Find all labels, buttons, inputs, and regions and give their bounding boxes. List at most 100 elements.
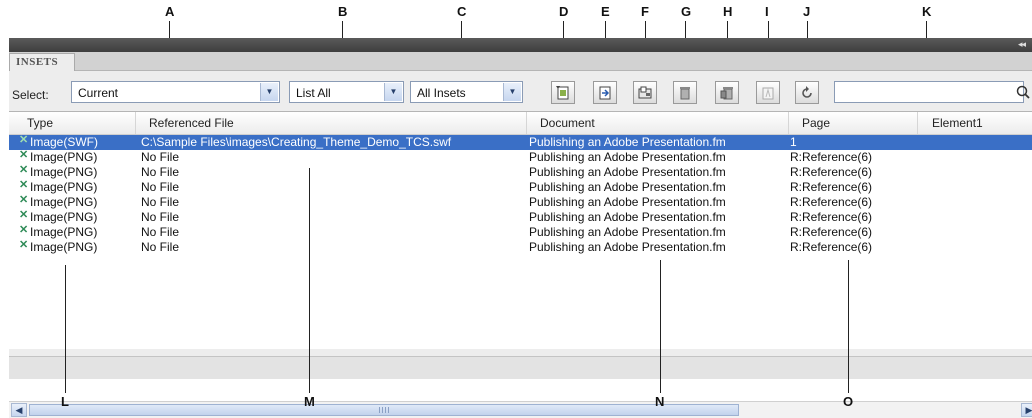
cell-document: Publishing an Adobe Presentation.fm xyxy=(529,180,726,194)
cell-referenced-file: No File xyxy=(141,195,180,209)
cell-document: Publishing an Adobe Presentation.fm xyxy=(529,150,726,164)
refresh-button[interactable] xyxy=(795,81,819,104)
cell-referenced-file: No File xyxy=(141,165,180,179)
import-inset-icon xyxy=(599,86,611,100)
table-row[interactable]: ✕ Image(PNG) No File Publishing an Adobe Pr… xyxy=(9,180,1032,195)
scope-dropdown[interactable]: Current ▼ xyxy=(71,81,280,103)
cell-page: R:Reference(6) xyxy=(790,210,873,224)
select-label: Select: xyxy=(12,88,49,102)
callout-o: O xyxy=(843,394,854,409)
cell-page: R:Reference(6) xyxy=(790,240,873,254)
missing-link-icon: ✕ xyxy=(19,179,29,191)
cell-page: R:Reference(6) xyxy=(790,180,873,194)
cell-element1 xyxy=(921,150,1026,165)
table-row[interactable]: ✕ Image(PNG) No File Publishing an Adobe Pr… xyxy=(9,240,1032,255)
cell-page: R:Reference(6) xyxy=(790,165,873,179)
callout-line-o xyxy=(848,260,849,393)
delete-all-insets-icon xyxy=(720,87,733,100)
cell-element1 xyxy=(921,195,1026,210)
search-input[interactable] xyxy=(834,81,1024,103)
cell-type: Image(PNG) xyxy=(30,150,98,164)
callout-line-n xyxy=(660,260,661,393)
column-header-document[interactable]: Document xyxy=(527,112,789,134)
table-row[interactable]: ✕ Image(PNG) No File Publishing an Adobe Pr… xyxy=(9,210,1032,225)
chevron-down-icon[interactable]: ▼ xyxy=(384,83,402,101)
callout-l: L xyxy=(61,394,69,409)
cell-element1 xyxy=(921,165,1026,180)
cell-document: Publishing an Adobe Presentation.fm xyxy=(529,240,726,254)
column-header-referenced-file[interactable]: Referenced File xyxy=(136,112,527,134)
cell-type: Image(SWF) xyxy=(30,135,99,149)
delete-all-insets-button[interactable] xyxy=(715,81,739,104)
insert-inset-icon xyxy=(556,86,569,100)
tab-insets[interactable]: INSETS xyxy=(9,53,75,71)
cell-type: Image(PNG) xyxy=(30,180,98,194)
cell-referenced-file: No File xyxy=(141,210,180,224)
cell-page: R:Reference(6) xyxy=(790,150,873,164)
scroll-thumb[interactable] xyxy=(29,404,739,416)
callout-a: A xyxy=(165,4,175,19)
cell-type: Image(PNG) xyxy=(30,165,98,179)
panel-titlebar: ◂◂ xyxy=(9,38,1032,52)
callout-n: N xyxy=(655,394,665,409)
missing-link-icon: ✕ xyxy=(19,149,29,161)
cell-referenced-file: C:\Sample Files\images\Creating_Theme_De… xyxy=(141,135,452,149)
missing-link-icon: ✕ xyxy=(19,209,29,221)
import-inset-button[interactable] xyxy=(593,81,617,104)
scroll-right-icon[interactable]: ▶ xyxy=(1021,403,1032,417)
chevron-down-icon[interactable]: ▼ xyxy=(260,83,278,101)
cell-page: R:Reference(6) xyxy=(790,225,873,239)
list-dropdown[interactable]: List All ▼ xyxy=(289,81,404,103)
callout-h: H xyxy=(723,4,733,19)
update-inset-button[interactable] xyxy=(633,81,657,104)
callout-b: B xyxy=(338,4,348,19)
table-row[interactable]: ✕ Image(PNG) No File Publishing an Adobe Pr… xyxy=(9,225,1032,240)
update-inset-icon xyxy=(638,86,652,99)
list-dropdown-value: List All xyxy=(296,86,331,100)
delete-inset-button[interactable] xyxy=(673,81,697,104)
cell-type: Image(PNG) xyxy=(30,210,98,224)
insert-inset-button[interactable] xyxy=(551,81,575,104)
cell-document: Publishing an Adobe Presentation.fm xyxy=(529,135,726,149)
panel-tab-row: INSETS xyxy=(9,52,1032,71)
scroll-left-icon[interactable]: ◀ xyxy=(11,403,27,417)
collapse-icon[interactable]: ◂◂ xyxy=(1018,39,1026,50)
cell-page: R:Reference(6) xyxy=(790,195,873,209)
table-row[interactable]: ✕ Image(PNG) No File Publishing an Adobe Pr… xyxy=(9,165,1032,180)
cell-type: Image(PNG) xyxy=(30,225,98,239)
cell-referenced-file: No File xyxy=(141,180,180,194)
missing-link-icon: ✕ xyxy=(19,194,29,206)
refresh-icon xyxy=(802,86,812,98)
missing-link-icon: ✕ xyxy=(19,164,29,176)
cell-element1 xyxy=(921,225,1026,240)
status-bar xyxy=(9,356,1032,379)
callout-d: D xyxy=(559,4,569,19)
edit-inset-icon xyxy=(762,87,774,100)
cell-element1 xyxy=(921,210,1026,225)
edit-inset-button[interactable] xyxy=(756,81,780,104)
callout-k: K xyxy=(922,4,932,19)
cell-document: Publishing an Adobe Presentation.fm xyxy=(529,210,726,224)
cell-referenced-file: No File xyxy=(141,150,180,164)
column-header-page[interactable]: Page xyxy=(789,112,918,134)
cell-referenced-file: No File xyxy=(141,225,180,239)
callout-g: G xyxy=(681,4,692,19)
cell-document: Publishing an Adobe Presentation.fm xyxy=(529,195,726,209)
column-header-type[interactable]: Type xyxy=(9,112,136,134)
table-row[interactable]: ✕ Image(PNG) No File Publishing an Adobe Pr… xyxy=(9,150,1032,165)
inset-type-dropdown[interactable]: All Insets ▼ xyxy=(410,81,523,103)
cell-page: 1 xyxy=(790,135,797,149)
cell-element1 xyxy=(921,180,1026,195)
callout-m: M xyxy=(304,394,315,409)
table-row[interactable]: ✕ Image(SWF) C:\Sample Files\images\Creati… xyxy=(9,135,1032,150)
search-icon[interactable] xyxy=(1015,84,1031,100)
insets-panel: ◂◂ INSETS Select: Current ▼ List All ▼ A… xyxy=(9,38,1032,418)
callout-f: F xyxy=(641,4,649,19)
delete-inset-icon xyxy=(680,87,690,100)
horizontal-scrollbar[interactable]: ◀ ▶ xyxy=(9,401,1032,418)
table-row[interactable]: ✕ Image(PNG) No File Publishing an Adobe Pr… xyxy=(9,195,1032,210)
chevron-down-icon[interactable]: ▼ xyxy=(503,83,521,101)
inset-type-dropdown-value: All Insets xyxy=(417,86,466,100)
cell-element1 xyxy=(921,135,1026,150)
column-header-element1[interactable]: Element1 xyxy=(918,112,1032,134)
